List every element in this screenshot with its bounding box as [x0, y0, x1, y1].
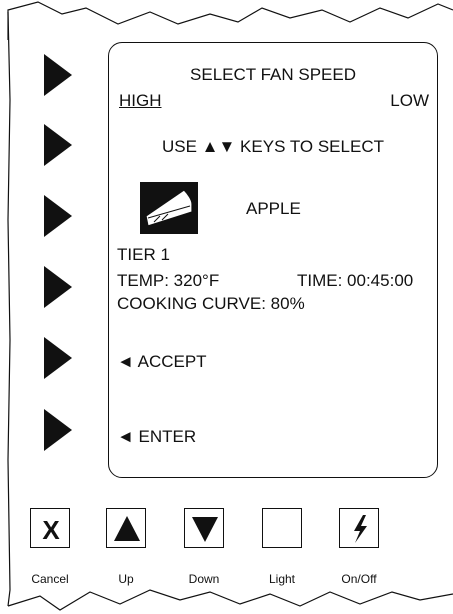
cancel-label: Cancel [31, 572, 69, 586]
light-button[interactable] [262, 508, 302, 548]
softkey-3-arrow-icon[interactable] [44, 195, 72, 237]
softkey-5-arrow-icon[interactable] [44, 337, 72, 379]
softkey-2-arrow-icon[interactable] [44, 124, 72, 166]
down-button[interactable] [184, 508, 224, 548]
svg-text:X: X [42, 515, 60, 545]
softkey-1-arrow-icon[interactable] [44, 54, 72, 96]
enter-option: ◄ ENTER [117, 427, 197, 446]
option-low: LOW [390, 91, 429, 110]
screen-title: SELECT FAN SPEED [190, 65, 356, 84]
option-high: HIGH [119, 91, 162, 110]
cancel-button[interactable]: X [30, 508, 70, 548]
up-label: Up [118, 572, 134, 586]
temp-readout: TEMP: 320°F [117, 271, 220, 290]
tier-label: TIER 1 [117, 245, 170, 264]
product-name: APPLE [246, 199, 301, 218]
down-triangle-icon [192, 517, 218, 542]
up-button[interactable] [106, 508, 146, 548]
instruction-text: USE ▲▼ KEYS TO SELECT [162, 137, 384, 156]
accept-option: ◄ ACCEPT [117, 352, 207, 371]
light-label: Light [268, 572, 296, 586]
onoff-button[interactable] [339, 508, 379, 548]
lightning-bolt-icon [354, 515, 367, 543]
cooking-curve-readout: COOKING CURVE: 80% [117, 294, 305, 313]
up-triangle-icon [114, 516, 140, 541]
x-icon: X [42, 515, 60, 545]
down-label: Down [188, 572, 220, 586]
softkey-4-arrow-icon[interactable] [44, 266, 72, 308]
softkey-6-arrow-icon[interactable] [44, 409, 72, 451]
display-screen: SELECT FAN SPEED HIGH LOW USE ▲▼ KEYS TO… [108, 42, 438, 478]
time-readout: TIME: 00:45:00 [297, 271, 414, 290]
pie-slice-icon [140, 182, 198, 234]
onoff-label: On/Off [341, 572, 377, 586]
